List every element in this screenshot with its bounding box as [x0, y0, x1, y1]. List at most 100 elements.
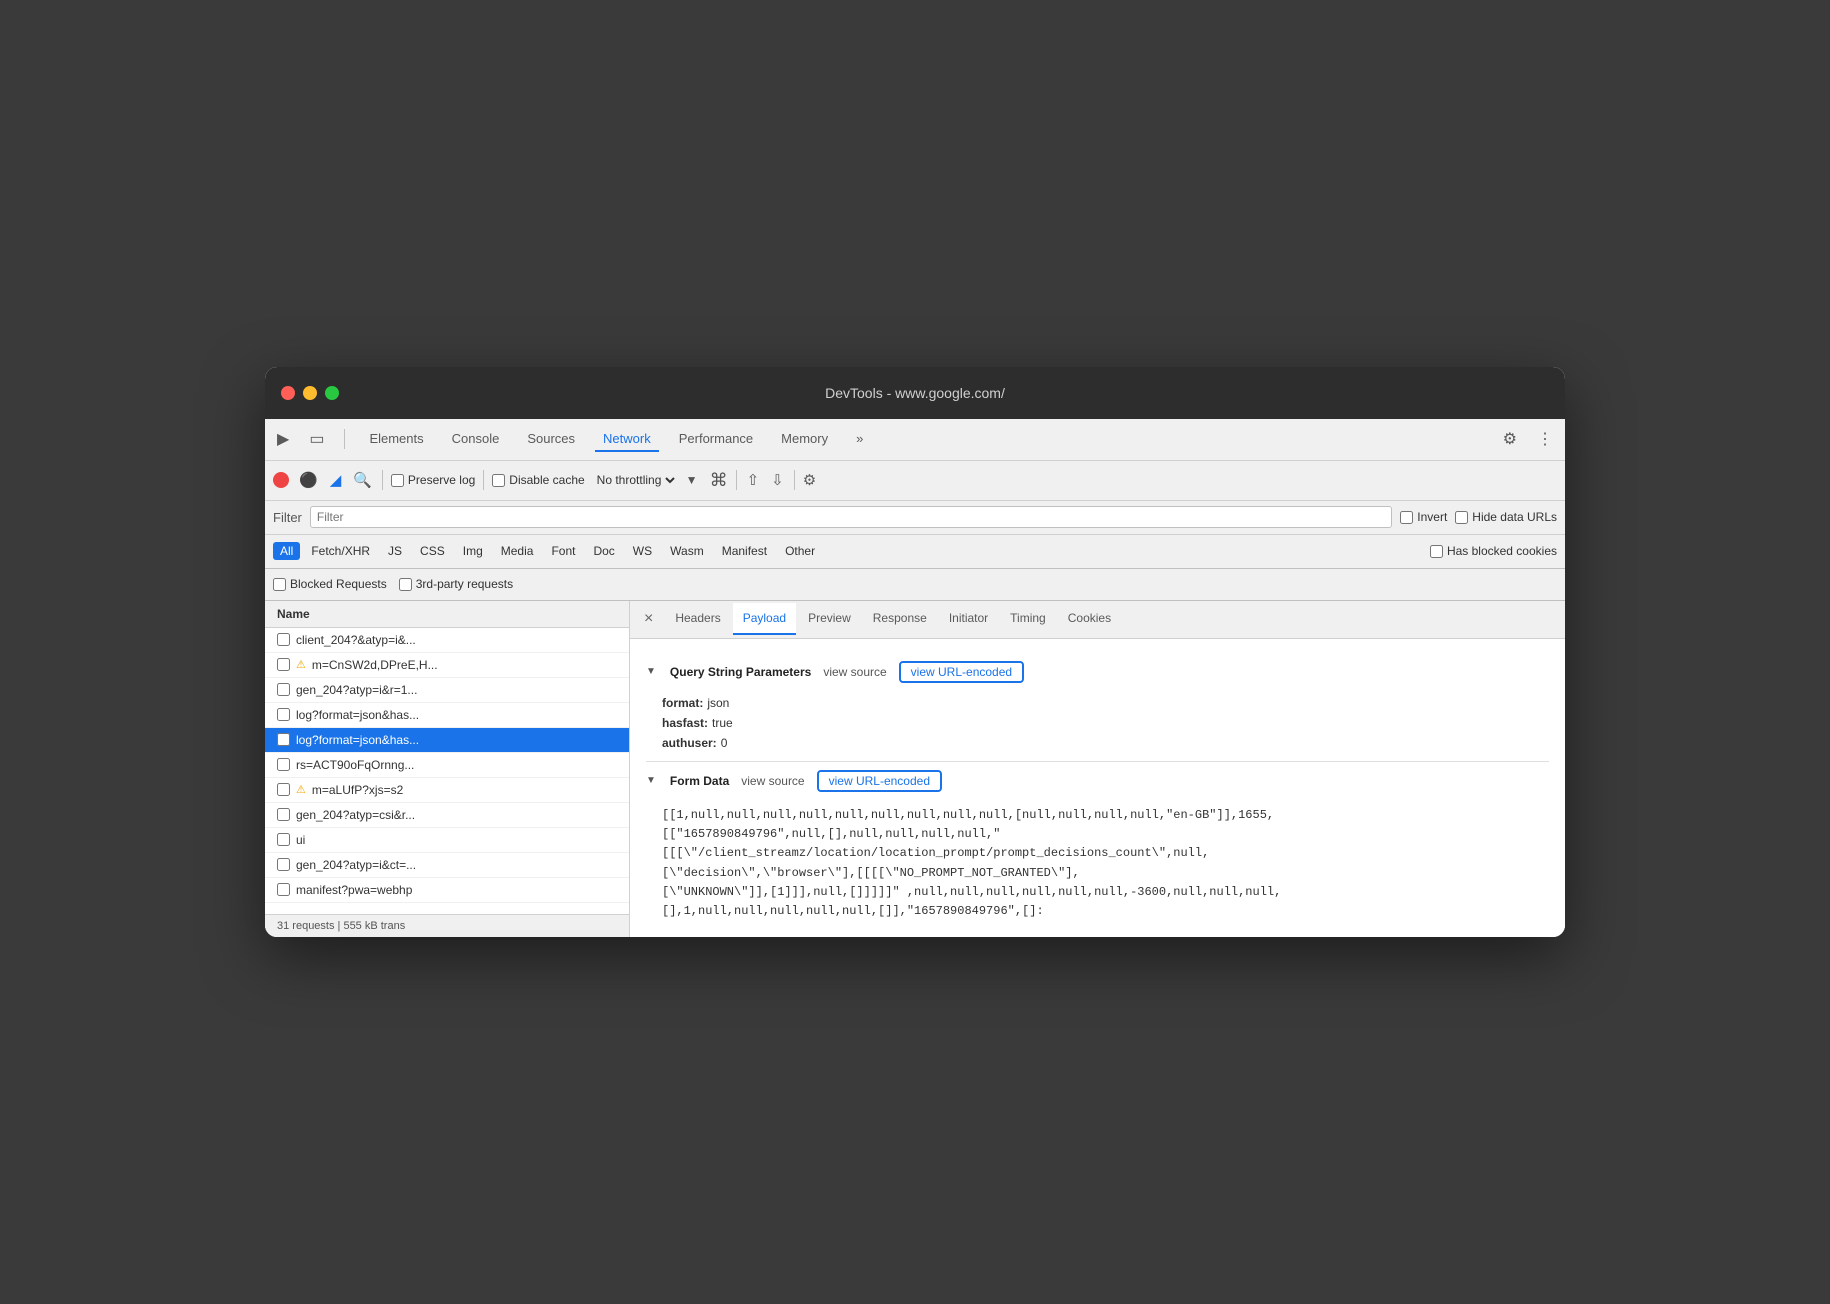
preserve-log-label[interactable]: Preserve log [391, 473, 475, 487]
download-icon[interactable]: ⇩ [769, 469, 786, 491]
request-item-selected[interactable]: log?format=json&has... [265, 728, 629, 753]
request-checkbox[interactable] [277, 708, 290, 721]
request-checkbox[interactable] [277, 633, 290, 646]
network-settings-icon[interactable]: ⚙ [803, 471, 816, 489]
toolbar-sep-3 [483, 470, 484, 490]
tab-sources[interactable]: Sources [519, 427, 583, 452]
tab-performance[interactable]: Performance [671, 427, 761, 452]
tab-cookies[interactable]: Cookies [1058, 603, 1121, 635]
form-data-view-source[interactable]: view source [741, 774, 804, 788]
wifi-icon: ⌘ [710, 470, 728, 491]
type-btn-wasm[interactable]: Wasm [663, 542, 711, 560]
request-item[interactable]: ⚠ m=CnSW2d,DPreE,H... [265, 653, 629, 678]
param-row-authuser: authuser: 0 [646, 733, 1549, 753]
toolbar-sep-4 [736, 470, 737, 490]
disable-cache-label[interactable]: Disable cache [492, 473, 584, 487]
invert-label[interactable]: Invert [1400, 510, 1447, 524]
type-btn-img[interactable]: Img [456, 542, 490, 560]
triangle-icon-form: ▼ [646, 775, 656, 786]
has-blocked-cookies-label[interactable]: Has blocked cookies [1430, 544, 1557, 558]
form-data-value: [[1,null,null,null,null,null,null,null,n… [646, 802, 1549, 925]
tab-overflow[interactable]: » [848, 427, 871, 452]
type-btn-doc[interactable]: Doc [586, 542, 621, 560]
throttle-select[interactable]: No throttling [593, 472, 678, 488]
request-name: gen_204?atyp=i&ct=... [296, 858, 617, 872]
tab-elements[interactable]: Elements [361, 427, 431, 452]
request-checkbox[interactable] [277, 833, 290, 846]
minimize-button[interactable] [303, 386, 317, 400]
tab-response[interactable]: Response [863, 603, 937, 635]
record-button[interactable] [273, 472, 289, 488]
window-title: DevTools - www.google.com/ [825, 385, 1005, 401]
titlebar: DevTools - www.google.com/ [265, 367, 1565, 419]
search-icon[interactable]: 🔍 [351, 469, 374, 491]
clear-icon[interactable]: ⚫ [297, 469, 320, 491]
type-btn-all[interactable]: All [273, 542, 300, 560]
close-details-button[interactable]: × [638, 608, 659, 630]
request-item[interactable]: ⚠ m=aLUfP?xjs=s2 [265, 778, 629, 803]
query-string-view-source[interactable]: view source [823, 665, 886, 679]
form-data-view-url-encoded[interactable]: view URL-encoded [817, 770, 942, 792]
requests-panel: Name client_204?&atyp=i&... ⚠ m=CnSW2d,D… [265, 601, 630, 937]
blocked-requests-checkbox[interactable] [273, 578, 286, 591]
tab-memory[interactable]: Memory [773, 427, 836, 452]
request-checkbox[interactable] [277, 808, 290, 821]
has-blocked-cookies-checkbox[interactable] [1430, 545, 1443, 558]
blocked-requests-label[interactable]: Blocked Requests [273, 577, 387, 591]
top-toolbar: ▶ ▭ Elements Console Sources Network Per… [265, 419, 1565, 461]
preserve-log-checkbox[interactable] [391, 474, 404, 487]
request-checkbox[interactable] [277, 783, 290, 796]
request-item[interactable]: manifest?pwa=webhp [265, 878, 629, 903]
tab-initiator[interactable]: Initiator [939, 603, 998, 635]
maximize-button[interactable] [325, 386, 339, 400]
tab-preview[interactable]: Preview [798, 603, 861, 635]
request-checkbox[interactable] [277, 683, 290, 696]
request-item[interactable]: ui [265, 828, 629, 853]
filter-icon[interactable]: ◢ [328, 469, 344, 491]
type-btn-media[interactable]: Media [494, 542, 541, 560]
throttle-dropdown-icon[interactable]: ▼ [686, 473, 698, 487]
section-divider [646, 761, 1549, 762]
request-checkbox[interactable] [277, 733, 290, 746]
request-item[interactable]: gen_204?atyp=i&ct=... [265, 853, 629, 878]
type-btn-manifest[interactable]: Manifest [715, 542, 774, 560]
inspector-icon[interactable]: ▶ [273, 427, 293, 451]
request-checkbox[interactable] [277, 758, 290, 771]
tab-payload[interactable]: Payload [733, 603, 796, 635]
request-name: ui [296, 833, 617, 847]
hide-data-urls-checkbox[interactable] [1455, 511, 1468, 524]
close-button[interactable] [281, 386, 295, 400]
disable-cache-checkbox[interactable] [492, 474, 505, 487]
type-btn-fetch-xhr[interactable]: Fetch/XHR [304, 542, 377, 560]
more-options-icon[interactable]: ⋮ [1533, 427, 1557, 451]
tab-console[interactable]: Console [444, 427, 508, 452]
request-item[interactable]: gen_204?atyp=csi&r... [265, 803, 629, 828]
request-checkbox[interactable] [277, 658, 290, 671]
request-item[interactable]: client_204?&atyp=i&... [265, 628, 629, 653]
devtools-window: DevTools - www.google.com/ ▶ ▭ Elements … [265, 367, 1565, 937]
third-party-checkbox[interactable] [399, 578, 412, 591]
tab-timing[interactable]: Timing [1000, 603, 1056, 635]
type-btn-css[interactable]: CSS [413, 542, 452, 560]
type-btn-font[interactable]: Font [544, 542, 582, 560]
request-name: gen_204?atyp=i&r=1... [296, 683, 617, 697]
tab-network[interactable]: Network [595, 427, 659, 452]
requests-header: Name [265, 601, 629, 628]
third-party-label[interactable]: 3rd-party requests [399, 577, 513, 591]
invert-checkbox[interactable] [1400, 511, 1413, 524]
upload-icon[interactable]: ⇧ [745, 469, 762, 491]
request-checkbox[interactable] [277, 858, 290, 871]
tab-headers[interactable]: Headers [665, 603, 730, 635]
request-item[interactable]: gen_204?atyp=i&r=1... [265, 678, 629, 703]
type-btn-other[interactable]: Other [778, 542, 822, 560]
query-string-view-url-encoded[interactable]: view URL-encoded [899, 661, 1024, 683]
request-item[interactable]: log?format=json&has... [265, 703, 629, 728]
request-item[interactable]: rs=ACT90oFqOrnng... [265, 753, 629, 778]
settings-icon[interactable]: ⚙ [1499, 427, 1521, 451]
request-checkbox[interactable] [277, 883, 290, 896]
filter-input[interactable] [310, 506, 1392, 528]
type-btn-ws[interactable]: WS [626, 542, 659, 560]
type-btn-js[interactable]: JS [381, 542, 409, 560]
hide-data-urls-label[interactable]: Hide data URLs [1455, 510, 1557, 524]
device-icon[interactable]: ▭ [305, 427, 328, 451]
